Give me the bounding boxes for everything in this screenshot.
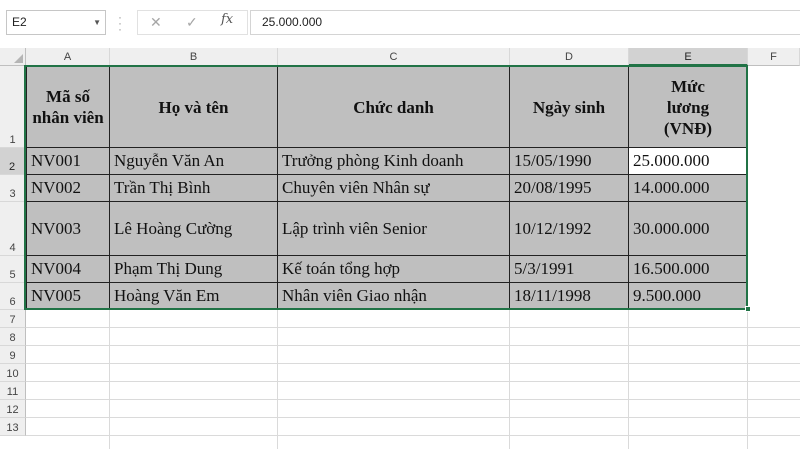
row-header-7[interactable]: 7 bbox=[0, 310, 26, 328]
select-all-triangle-icon bbox=[14, 54, 23, 63]
table-cell[interactable]: Nhân viên Giao nhận bbox=[278, 283, 510, 310]
table-cell[interactable]: 9.500.000 bbox=[629, 283, 748, 310]
formula-bar: E2 ▼ · · · ✕ ✓ fx 25.000.000 bbox=[0, 0, 800, 48]
fill-handle[interactable] bbox=[745, 306, 751, 312]
cancel-icon[interactable]: ✕ bbox=[150, 14, 162, 31]
insert-function-icon[interactable]: fx bbox=[221, 12, 233, 27]
row-header-3[interactable]: 3 bbox=[0, 175, 26, 202]
row-header-5[interactable]: 5 bbox=[0, 256, 26, 283]
table-cell[interactable]: Kế toán tổng hợp bbox=[278, 256, 510, 283]
gridline bbox=[26, 363, 800, 364]
name-box[interactable]: E2 ▼ bbox=[6, 10, 106, 35]
table-cell[interactable]: Trưởng phòng Kinh doanh bbox=[278, 148, 510, 175]
row-header-8[interactable]: 8 bbox=[0, 328, 26, 346]
header-cell-employee-id[interactable]: Mã số nhân viên bbox=[27, 67, 110, 148]
gridline bbox=[26, 345, 800, 346]
table-cell[interactable]: 18/11/1998 bbox=[510, 283, 629, 310]
row-header-12[interactable]: 12 bbox=[0, 400, 26, 418]
table-cell[interactable]: Lê Hoàng Cường bbox=[110, 202, 278, 256]
table-cell[interactable]: NV005 bbox=[27, 283, 110, 310]
table-cell[interactable]: 14.000.000 bbox=[629, 175, 748, 202]
gridline bbox=[26, 435, 800, 436]
header-cell-job-title[interactable]: Chức danh bbox=[278, 67, 510, 148]
table-cell[interactable]: 10/12/1992 bbox=[510, 202, 629, 256]
table-cell[interactable]: 20/08/1995 bbox=[510, 175, 629, 202]
row-header-6[interactable]: 6 bbox=[0, 283, 26, 310]
header-cell-salary[interactable]: Mức lương (VNĐ) bbox=[629, 67, 748, 148]
active-cell[interactable]: 25.000.000 bbox=[629, 148, 748, 175]
row-header-11[interactable]: 11 bbox=[0, 382, 26, 400]
column-header-c[interactable]: C bbox=[278, 48, 510, 66]
gridline bbox=[26, 399, 800, 400]
column-header-b[interactable]: B bbox=[110, 48, 278, 66]
table-cell[interactable]: NV004 bbox=[27, 256, 110, 283]
table-cell[interactable]: 15/05/1990 bbox=[510, 148, 629, 175]
row-header-2[interactable]: 2 bbox=[0, 148, 26, 175]
row-header-9[interactable]: 9 bbox=[0, 346, 26, 364]
header-cell-birth-date[interactable]: Ngày sinh bbox=[510, 67, 629, 148]
table-cell[interactable]: Trần Thị Bình bbox=[110, 175, 278, 202]
enter-icon[interactable]: ✓ bbox=[186, 14, 198, 31]
formula-input[interactable]: 25.000.000 bbox=[250, 10, 800, 35]
table-cell[interactable]: NV002 bbox=[27, 175, 110, 202]
chevron-down-icon[interactable]: ▼ bbox=[93, 11, 101, 34]
select-all-button[interactable] bbox=[0, 48, 26, 66]
table-cell[interactable]: NV003 bbox=[27, 202, 110, 256]
gridline bbox=[26, 327, 800, 328]
table-cell[interactable]: Lập trình viên Senior bbox=[278, 202, 510, 256]
column-header-d[interactable]: D bbox=[510, 48, 629, 66]
column-header-f[interactable]: F bbox=[748, 48, 800, 66]
row-header-13[interactable]: 13 bbox=[0, 418, 26, 436]
table-cell[interactable]: Nguyễn Văn An bbox=[110, 148, 278, 175]
row-header-4[interactable]: 4 bbox=[0, 202, 26, 256]
row-header-10[interactable]: 10 bbox=[0, 364, 26, 382]
table-cell[interactable]: Hoàng Văn Em bbox=[110, 283, 278, 310]
table-cell[interactable]: 5/3/1991 bbox=[510, 256, 629, 283]
column-header-a[interactable]: A bbox=[26, 48, 110, 66]
row-header-1[interactable]: 1 bbox=[0, 66, 26, 148]
table-cell[interactable]: Chuyên viên Nhân sự bbox=[278, 175, 510, 202]
table-cell[interactable]: 30.000.000 bbox=[629, 202, 748, 256]
more-options-icon[interactable]: · · · bbox=[118, 11, 122, 35]
column-header-e[interactable]: E bbox=[629, 48, 748, 66]
header-cell-full-name[interactable]: Họ và tên bbox=[110, 67, 278, 148]
name-box-value: E2 bbox=[12, 15, 27, 29]
gridline bbox=[26, 381, 800, 382]
table-cell[interactable]: Phạm Thị Dung bbox=[110, 256, 278, 283]
table-cell[interactable]: NV001 bbox=[27, 148, 110, 175]
gridline bbox=[26, 417, 800, 418]
table-cell[interactable]: 16.500.000 bbox=[629, 256, 748, 283]
